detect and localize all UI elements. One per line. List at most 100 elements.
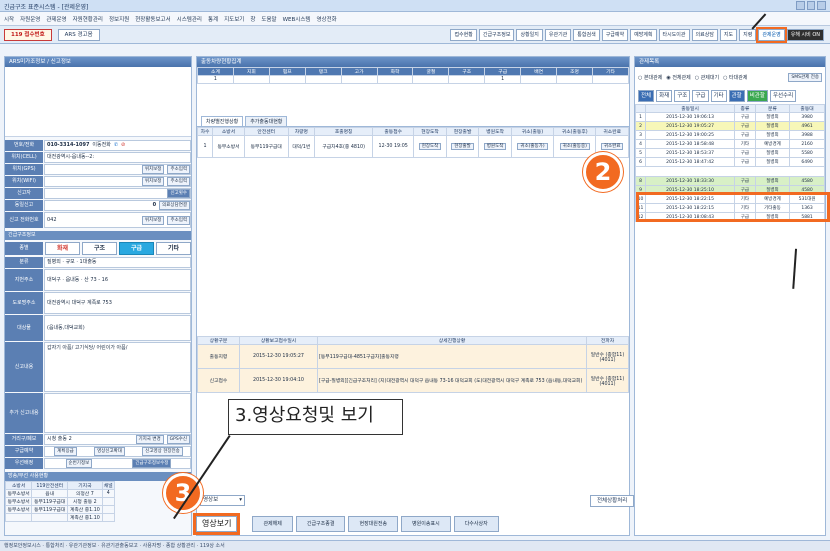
menu-item-map[interactable]: 지도보기 xyxy=(224,15,244,23)
hospital-transfer-button[interactable]: 병원이송표시 xyxy=(401,516,451,532)
priority-repair-button[interactable]: 우선수리 xyxy=(769,90,797,102)
caller-correct-button[interactable]: 위치보정 xyxy=(141,215,165,225)
toolbar-transfer[interactable]: 타시도이관 xyxy=(658,29,690,41)
return-dispatch-button[interactable]: 귀소(출동가) xyxy=(517,143,548,150)
table-row[interactable]: 1 2015-12-30 19:06:13 구급 질병외 3980 xyxy=(635,112,825,122)
arrive-scene-button[interactable]: 현장도착 xyxy=(418,143,442,150)
toolbar-map[interactable]: 지도 xyxy=(719,29,738,41)
filter-all[interactable]: ◉ 전체관제 xyxy=(666,74,690,81)
menu-item-video-call[interactable]: 영상전화 xyxy=(316,15,336,23)
location-gps-field[interactable]: 위치보정 주소입력 xyxy=(44,164,191,175)
toolbar-dispatch[interactable]: 지령 xyxy=(739,29,757,41)
report-memo-area[interactable] xyxy=(5,67,191,137)
planned-ems-button[interactable]: 계획응급 xyxy=(54,447,77,456)
filter-other[interactable]: ○ 타대관제 xyxy=(723,74,747,81)
return-complete-button[interactable]: 귀소완료 xyxy=(600,143,624,150)
table-row[interactable]: 1 동부소방서 동부119구급대 대덕/1번 구급차4호(중 4810) 12-… xyxy=(196,135,629,158)
video-select[interactable]: 영상보 ▾ xyxy=(200,495,245,506)
same-report-field[interactable]: 0 의료상담연결 xyxy=(44,200,191,211)
table-row[interactable]: 출동지령 2015-12-30 19:05:27 [동부119구급대-4851구… xyxy=(197,344,629,369)
table-row[interactable]: 동부소방서 동부119구급대 시청 출동 2 xyxy=(4,497,116,506)
menu-item-resource[interactable]: 자원운영 xyxy=(20,15,40,23)
toolbar-emergency-info[interactable]: 긴급구조정보 xyxy=(478,29,515,41)
menu-item-system[interactable]: 시스템관리 xyxy=(177,15,202,23)
toolbar-receipt-status[interactable]: 접수현황 xyxy=(450,29,477,41)
kind-fire-filter[interactable]: 화재 xyxy=(656,90,673,102)
kind-other-button[interactable]: 기타 xyxy=(156,242,191,255)
kind-rescue-filter[interactable]: 구조 xyxy=(674,90,691,102)
toolbar-toggle-on[interactable]: 유해 시비 ON xyxy=(786,29,824,41)
mass-casualty-button[interactable]: 다수사상자 xyxy=(453,516,499,532)
base-station-change-button[interactable]: 기지국 변경 xyxy=(135,435,164,444)
wifi-address-button[interactable]: 주소입력 xyxy=(167,177,190,186)
filter-waiting[interactable]: ○ 관제대기 xyxy=(695,74,719,81)
location-wifi-field[interactable]: 위치보정 주소입력 xyxy=(44,176,191,187)
menu-item-report[interactable]: 현장활동보고서 xyxy=(135,15,170,23)
gps-address-button[interactable]: 주소입력 xyxy=(167,165,190,174)
jurisdiction-button[interactable]: 관할 xyxy=(728,90,745,102)
menu-item-stats[interactable]: 통계 xyxy=(208,15,218,23)
caller-phone-field[interactable]: 042 위치보정 주소입력 xyxy=(44,212,191,228)
return-after-button[interactable]: 귀소(출동중) xyxy=(559,143,590,150)
menu-item-control[interactable]: 관제운영 xyxy=(46,15,66,23)
location-cell-field[interactable]: 대전광역시-읍내동--2: xyxy=(44,152,191,163)
menu-item-info[interactable]: 정보지원 xyxy=(109,15,129,23)
kind-ems-filter[interactable]: 구급 xyxy=(692,90,709,102)
kind-other-filter[interactable]: 기타 xyxy=(710,90,727,102)
table-row[interactable]: 5 2015-12-30 18:53:37 구급 질병외 5580 xyxy=(635,148,825,158)
emergency-info-edit-button[interactable]: 긴급구조정보수정 xyxy=(132,459,172,468)
target-field[interactable]: (읍내동,대덕교회) xyxy=(44,315,191,341)
district-field[interactable]: 시청 출동 2 기지국 변경 GPS수신 xyxy=(44,434,191,445)
video-report-expand-button[interactable]: 영상신고확대 xyxy=(94,447,125,456)
arrive-hospital-button[interactable]: 병원도착 xyxy=(483,143,507,150)
road-address-field[interactable]: 대전광역시 대덕구 계족로 753 xyxy=(44,292,191,314)
toolbar-situation-log[interactable]: 상황일지 xyxy=(516,29,543,41)
toolbar-control-operation[interactable]: 관제운영 xyxy=(756,27,787,43)
tab-vehicle-progress[interactable]: 차량별진행상황 xyxy=(201,116,244,126)
ars-alarm-button[interactable]: ARS 경고음 xyxy=(57,29,100,41)
extra-content-textarea[interactable] xyxy=(44,393,191,433)
menu-item-window[interactable]: 창 xyxy=(250,15,255,23)
wifi-correct-button[interactable]: 위치보정 xyxy=(141,177,165,186)
report-content-textarea[interactable]: 갑자기 아픔/ 고기식당/ 어린이가 아픔/ xyxy=(44,342,191,392)
tab-additional-dispatch[interactable]: 추가출동대현황 xyxy=(245,116,288,126)
medical-consult-button[interactable]: 의료상담연결 xyxy=(159,201,190,210)
block-icon[interactable]: ⊘ xyxy=(121,141,125,150)
gps-receive-button[interactable]: GPS수신 xyxy=(166,435,190,444)
video-send-field-button[interactable]: 신고영상 현장전송 xyxy=(142,447,183,456)
toolbar-medical[interactable]: 의료상담 xyxy=(691,29,718,41)
receipt-number-button[interactable]: 119 접수번호 xyxy=(4,29,52,41)
phone-call-icon[interactable]: ✆ xyxy=(114,141,118,150)
table-row[interactable]: 3 2015-12-30 19:00:25 구급 질병외 3988 xyxy=(635,130,825,140)
category-field[interactable]: 질병외 · 규모 · 1대출동 xyxy=(44,257,191,268)
control-release-button[interactable]: 관제해제 xyxy=(252,516,293,532)
report-count-button[interactable]: 신고횟수 xyxy=(167,189,190,198)
sms-control-button[interactable]: SMS관제 전송 xyxy=(788,73,822,82)
menu-item-start[interactable]: 시작 xyxy=(4,15,14,23)
table-row[interactable]: 계족산 중1.10 xyxy=(4,513,116,522)
rotation-info-button[interactable]: 순번기정보 xyxy=(65,459,93,468)
filter-own[interactable]: ○ 본대관제 xyxy=(638,74,662,81)
kind-ems-button[interactable]: 구급 xyxy=(119,242,154,255)
menu-item-status[interactable]: 자원현황관리 xyxy=(73,15,103,23)
full-process-button[interactable]: 전체상황처리 xyxy=(590,495,635,507)
non-jurisdiction-button[interactable]: 비관할 xyxy=(746,90,768,102)
table-row[interactable]: 4 2015-12-30 18:58:48 기타 예방경계 2160 xyxy=(635,139,825,149)
field-member-send-button[interactable]: 현장대원전송 xyxy=(348,516,399,532)
kind-all-button[interactable]: 전체 xyxy=(638,90,655,102)
caller-address-button[interactable]: 주소입력 xyxy=(167,215,190,225)
table-row[interactable]: 2 2015-12-30 19:05:27 구급 질병외 4961 xyxy=(635,121,825,131)
toolbar-related-agency[interactable]: 유관기관 xyxy=(544,29,572,41)
phone-field[interactable]: 010-3314-1097 이동전화 ✆ ⊘ xyxy=(44,140,191,151)
kind-fire-button[interactable]: 화재 xyxy=(45,242,80,255)
menu-item-web[interactable]: WEB시스템 xyxy=(283,15,311,23)
window-controls[interactable] xyxy=(796,1,827,10)
table-row[interactable]: 동부소방서 동부119구급대 계족산 중1.10 xyxy=(4,505,116,514)
table-row[interactable]: 동부소방서 읍내 의정산 74 xyxy=(4,489,116,498)
toolbar-ems-reserve[interactable]: 구급예약 xyxy=(601,29,629,41)
toolbar-search[interactable]: 통합검색 xyxy=(573,29,600,41)
toolbar-prevention[interactable]: 예방계획 xyxy=(630,29,657,41)
table-row[interactable]: 6 2015-12-30 18:47:42 구급 질병외 6490 xyxy=(635,157,825,167)
emergency-close-button[interactable]: 긴급구조종결 xyxy=(295,516,346,532)
depart-scene-button[interactable]: 현장출발 xyxy=(451,143,474,150)
